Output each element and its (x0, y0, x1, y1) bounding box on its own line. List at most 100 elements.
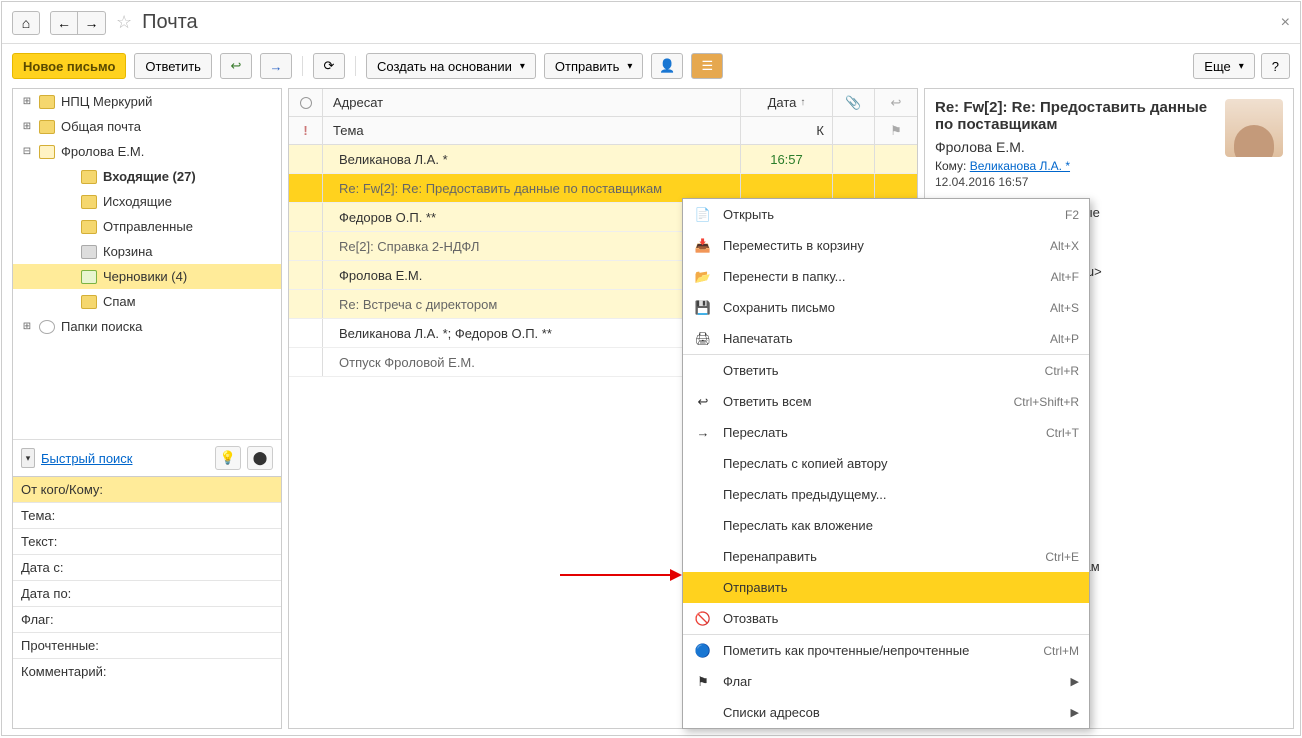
ctx-item[interactable]: 🚫Отозвать (683, 603, 1089, 634)
folder-item-sent[interactable]: Отправленные (13, 214, 281, 239)
msg-addressee: Фролова Е.М. (323, 261, 741, 289)
ctx-item[interactable]: Переслать как вложение (683, 510, 1089, 541)
reply-all-button[interactable]: ↩ (220, 53, 252, 79)
refresh-button[interactable]: ⟳ (313, 53, 345, 79)
ctx-item[interactable]: Переслать с копией автору (683, 448, 1089, 479)
collapse-icon[interactable]: ⊟ (21, 146, 33, 157)
col-addressee[interactable]: Адресат (323, 89, 741, 116)
circle-button[interactable]: ⬤ (247, 446, 273, 470)
bulb-button[interactable]: 💡 (215, 446, 241, 470)
msg-subject: Re: Fw[2]: Re: Предоставить данные по по… (323, 174, 741, 202)
ctx-label: Списки адресов (723, 705, 1061, 720)
search-text[interactable]: Текст: (13, 529, 281, 555)
msg-subject: Re[2]: Справка 2-НДФЛ (323, 232, 741, 260)
folder-icon (81, 195, 97, 209)
search-from-to[interactable]: От кого/Кому: (13, 477, 281, 503)
ctx-item[interactable]: 🔵Пометить как прочтенные/непрочтенныеCtr… (683, 635, 1089, 666)
ctx-item[interactable]: 💾Сохранить письмоAlt+S (683, 292, 1089, 323)
send-button[interactable]: Отправить (544, 53, 644, 79)
folder-item-outbox[interactable]: Исходящие (13, 189, 281, 214)
address-book-button[interactable]: ☰ (691, 53, 723, 79)
expand-icon[interactable]: ⊞ (21, 121, 33, 132)
col-important[interactable]: ! (289, 117, 323, 144)
home-button[interactable]: ⌂ (12, 11, 40, 35)
titlebar: ⌂ ← → ☆ Почта × (2, 2, 1300, 44)
back-button[interactable]: ← (50, 11, 78, 35)
col-reply[interactable]: ↩ (875, 89, 917, 116)
msg-header-row1: Адресат Дата↑ 📎 ↩ (289, 89, 917, 117)
chevron-right-icon: ▶ (1071, 706, 1079, 719)
folder-item-search[interactable]: ⊞Папки поиска (13, 314, 281, 339)
ctx-item[interactable]: ОтветитьCtrl+R (683, 355, 1089, 386)
folder-item[interactable]: ⊞Общая почта (13, 114, 281, 139)
ctx-icon: → (693, 425, 713, 440)
folder-item[interactable]: ⊟Фролова Е.М. (13, 139, 281, 164)
folder-label: НПЦ Меркурий (61, 94, 152, 109)
help-button[interactable]: ? (1261, 53, 1290, 79)
more-button[interactable]: Еще (1193, 53, 1254, 79)
search-date-to[interactable]: Дата по: (13, 581, 281, 607)
preview-date: 12.04.2016 16:57 (935, 175, 1215, 189)
col-date[interactable]: Дата↑ (741, 89, 833, 116)
folder-icon (39, 120, 55, 134)
search-comment[interactable]: Комментарий: (13, 659, 281, 684)
ctx-shortcut: Alt+P (1050, 332, 1079, 346)
folder-item-drafts[interactable]: Черновики (4) (13, 264, 281, 289)
ctx-item[interactable]: ПеренаправитьCtrl+E (683, 541, 1089, 572)
ctx-item[interactable]: 📂Перенести в папку...Alt+F (683, 261, 1089, 292)
col-attach[interactable]: 📎 (833, 89, 875, 116)
message-row[interactable]: Великанова Л.А. *16:57 (289, 145, 917, 174)
col-mark[interactable] (289, 89, 323, 116)
ctx-item[interactable]: 📄ОткрытьF2 (683, 199, 1089, 230)
forward-button-tb[interactable]: → (260, 53, 292, 79)
preview-to-link[interactable]: Великанова Л.А. * (970, 159, 1070, 173)
ctx-label: Перенести в папку... (723, 269, 1041, 284)
search-date-from[interactable]: Дата с: (13, 555, 281, 581)
ctx-icon: 📥 (693, 238, 713, 254)
col-flag[interactable]: ⚑ (875, 117, 917, 144)
ctx-label: Пометить как прочтенные/непрочтенные (723, 643, 1033, 658)
create-based-button[interactable]: Создать на основании (366, 53, 536, 79)
ctx-item[interactable]: ⚑Флаг▶ (683, 666, 1089, 697)
search-read[interactable]: Прочтенные: (13, 633, 281, 659)
folder-item-trash[interactable]: Корзина (13, 239, 281, 264)
ctx-label: Открыть (723, 207, 1055, 222)
search-icon (39, 320, 55, 334)
quick-search-link[interactable]: Быстрый поиск (41, 451, 133, 466)
forward-button[interactable]: → (78, 11, 106, 35)
contact-button[interactable]: 👤 (651, 53, 683, 79)
trash-icon (81, 245, 97, 259)
folder-item-inbox[interactable]: Входящие (27) (13, 164, 281, 189)
col-k[interactable]: К (741, 117, 833, 144)
reply-button[interactable]: Ответить (134, 53, 212, 79)
star-icon[interactable]: ☆ (116, 12, 132, 33)
ctx-item[interactable]: Списки адресов ▶ (683, 697, 1089, 728)
folder-item[interactable]: ⊞ НПЦ Меркурий (13, 89, 281, 114)
ctx-label: Переместить в корзину (723, 238, 1040, 253)
search-flag[interactable]: Флаг: (13, 607, 281, 633)
new-message-button[interactable]: Новое письмо (12, 53, 126, 79)
expand-icon[interactable]: ⊞ (21, 321, 33, 332)
search-subject[interactable]: Тема: (13, 503, 281, 529)
expand-icon[interactable]: ⊞ (21, 96, 33, 107)
folder-label: Исходящие (103, 194, 172, 209)
ctx-shortcut: F2 (1065, 208, 1079, 222)
folder-icon (81, 170, 97, 184)
ctx-item[interactable]: →ПереслатьCtrl+T (683, 417, 1089, 448)
ctx-item[interactable]: Отправить (683, 572, 1089, 603)
msg-addressee: Федоров О.П. ** (323, 203, 741, 231)
ctx-item[interactable]: Переслать предыдущему... (683, 479, 1089, 510)
ctx-item[interactable]: 🖨НапечататьAlt+P (683, 323, 1089, 354)
msg-addressee: Великанова Л.А. *; Федоров О.П. ** (323, 319, 741, 347)
folder-item-spam[interactable]: Спам (13, 289, 281, 314)
ctx-label: Отозвать (723, 611, 1079, 626)
close-button[interactable]: × (1281, 14, 1290, 32)
circle-icon (300, 97, 312, 109)
col-subject[interactable]: Тема (323, 117, 741, 144)
ctx-item[interactable]: ↩Ответить всемCtrl+Shift+R (683, 386, 1089, 417)
folder-label: Спам (103, 294, 136, 309)
left-panel: ⊞ НПЦ Меркурий ⊞Общая почта ⊟Фролова Е.М.… (12, 88, 282, 729)
ctx-item[interactable]: 📥Переместить в корзинуAlt+X (683, 230, 1089, 261)
chevron-down-icon[interactable]: ▾ (21, 448, 35, 468)
clip-icon: 📎 (845, 95, 861, 111)
